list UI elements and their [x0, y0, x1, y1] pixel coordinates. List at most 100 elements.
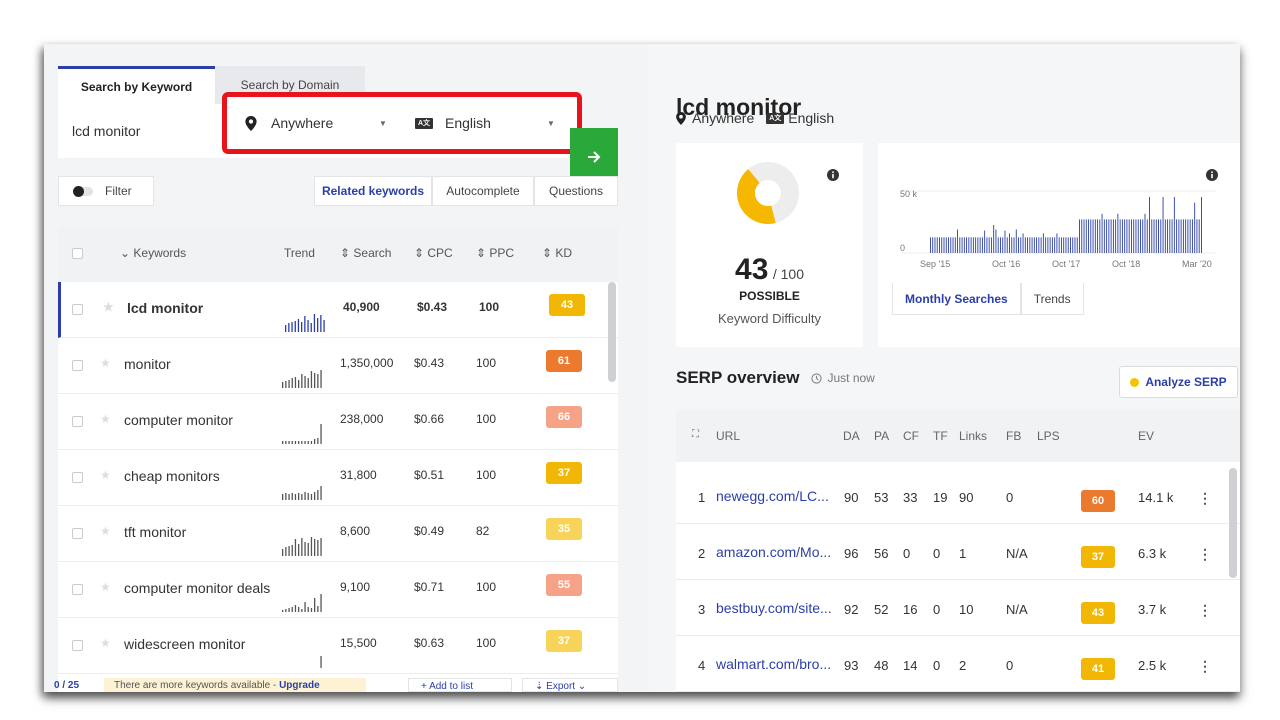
col-keywords[interactable]: ⌄ Keywords [120, 246, 186, 260]
volume-bar [966, 237, 968, 253]
filter-toggle[interactable]: Filter [58, 176, 154, 206]
star-icon[interactable]: ★ [100, 524, 111, 538]
trend-bar [294, 321, 296, 332]
star-icon[interactable]: ★ [100, 580, 111, 594]
star-icon[interactable]: ★ [100, 636, 111, 650]
star-icon[interactable]: ★ [100, 412, 111, 426]
volume-bar [988, 237, 990, 253]
table-row[interactable]: ★ computer monitor 238,000 $0.66 100 66 [58, 394, 618, 450]
tab-related-keywords[interactable]: Related keywords [314, 176, 432, 206]
export-button[interactable]: ⇣ Export ⌄ [522, 678, 618, 692]
trend-bar [317, 490, 319, 500]
col-tf: TF [933, 429, 948, 443]
star-icon[interactable]: ★ [100, 356, 111, 370]
serp-title: SERP overview [676, 368, 800, 387]
upgrade-banner: There are more keywords available - Upgr… [104, 678, 366, 692]
tab-autocomplete[interactable]: Autocomplete [432, 176, 534, 206]
table-row[interactable]: ★ tft monitor 8,600 $0.49 82 35 [58, 506, 618, 562]
col-kd[interactable]: ⇕ KD [542, 246, 572, 260]
volume-bar [1097, 219, 1099, 253]
tab-monthly-searches[interactable]: Monthly Searches [892, 283, 1021, 315]
scrollbar[interactable] [1229, 468, 1237, 578]
tab-questions[interactable]: Questions [534, 176, 618, 206]
meta-language: English [788, 110, 835, 126]
trend-bar [314, 439, 316, 444]
serp-url-link[interactable]: walmart.com/bro... [716, 656, 831, 672]
more-options-icon[interactable]: ⋮ [1198, 658, 1212, 675]
volume-bar [1196, 219, 1198, 253]
serp-url-link[interactable]: bestbuy.com/site... [716, 600, 832, 616]
toggle-switch[interactable] [73, 185, 93, 197]
table-row[interactable]: ★ widescreen monitor 15,500 $0.63 100 37 [58, 618, 618, 674]
star-icon[interactable]: ★ [103, 300, 114, 314]
location-language-highlight: Anywhere ▼ A文 English ▼ [222, 92, 582, 154]
tab-trends[interactable]: Trends [1020, 283, 1084, 315]
select-all-checkbox[interactable] [72, 248, 83, 259]
trend-sparkline [285, 314, 325, 332]
kd-badge: 61 [546, 350, 582, 372]
keyword-text[interactable]: computer monitor [124, 412, 233, 428]
table-row[interactable]: ★ monitor 1,350,000 $0.43 100 61 [58, 338, 618, 394]
keyword-text[interactable]: tft monitor [124, 524, 186, 540]
keyword-text[interactable]: monitor [124, 356, 171, 372]
keyword-difficulty-card: 43 / 100 POSSIBLE Keyword Difficulty [676, 143, 863, 347]
y-tick-label: 50 k [900, 189, 918, 199]
serp-tf: 0 [933, 658, 941, 673]
trend-bar [285, 381, 287, 388]
trend-bar [288, 323, 290, 332]
clock-icon [811, 372, 823, 384]
serp-rank: 4 [698, 658, 706, 673]
keyword-text[interactable]: computer monitor deals [124, 580, 270, 596]
language-select[interactable]: A文 English [415, 111, 491, 135]
volume-bar [1117, 213, 1119, 253]
coin-icon [1130, 377, 1140, 387]
row-checkbox[interactable] [72, 528, 83, 539]
volume-bar [1112, 219, 1114, 253]
serp-url-link[interactable]: newegg.com/LC... [716, 488, 829, 504]
row-checkbox[interactable] [72, 416, 83, 427]
row-checkbox[interactable] [72, 584, 83, 595]
volume-bar [1081, 219, 1083, 253]
table-row[interactable]: ★ lcd monitor 40,900 $0.43 100 43 [58, 282, 618, 338]
keyword-text[interactable]: lcd monitor [127, 300, 203, 316]
location-select[interactable]: Anywhere [245, 111, 333, 135]
info-icon[interactable] [827, 169, 839, 181]
ppc-value: 100 [476, 580, 497, 594]
language-icon: A文 [766, 112, 785, 124]
table-row: 4 walmart.com/bro... 93 48 14 0 2 0 41 2.5 k ⋮ [676, 636, 1240, 692]
table-row[interactable]: ★ cheap monitors 31,800 $0.51 100 37 [58, 450, 618, 506]
serp-cf: 14 [903, 658, 918, 673]
analyze-serp-button[interactable]: Analyze SERP [1119, 366, 1238, 398]
trend-bar [307, 441, 309, 444]
scrollbar[interactable] [608, 282, 616, 382]
col-search[interactable]: ⇕ Search [340, 246, 391, 260]
volume-bar [1033, 237, 1035, 253]
trend-bar [307, 378, 309, 388]
keyword-footer: 0 / 25 There are more keywords available… [44, 678, 649, 692]
more-options-icon[interactable]: ⋮ [1198, 546, 1212, 563]
keyword-text[interactable]: widescreen monitor [124, 636, 245, 652]
keyword-text[interactable]: cheap monitors [124, 468, 220, 484]
row-checkbox[interactable] [72, 360, 83, 371]
volume-bar [1067, 237, 1069, 253]
more-options-icon[interactable]: ⋮ [1198, 602, 1212, 619]
trend-bar [320, 315, 322, 332]
row-checkbox[interactable] [72, 640, 83, 651]
trend-bar [320, 538, 322, 556]
keyword-input[interactable] [58, 104, 218, 158]
row-checkbox[interactable] [72, 304, 83, 315]
col-ppc[interactable]: ⇕ PPC [476, 246, 514, 260]
add-to-list-button[interactable]: + Add to list [408, 678, 512, 692]
star-icon[interactable]: ★ [100, 468, 111, 482]
table-row[interactable]: ★ computer monitor deals 9,100 $0.71 100 55 [58, 562, 618, 618]
serp-url-link[interactable]: amazon.com/Mo... [716, 544, 831, 560]
col-cf: CF [903, 429, 919, 443]
more-options-icon[interactable]: ⋮ [1198, 490, 1212, 507]
row-checkbox[interactable] [72, 472, 83, 483]
col-cpc[interactable]: ⇕ CPC [414, 246, 453, 260]
expand-icon[interactable]: ⛶ [692, 429, 699, 440]
upgrade-link[interactable]: Upgrade [279, 680, 320, 691]
app-window: Search by Keyword Search by Domain Anywh… [44, 44, 1240, 692]
volume-bar [1103, 219, 1105, 253]
tab-search-by-keyword[interactable]: Search by Keyword [58, 66, 215, 104]
